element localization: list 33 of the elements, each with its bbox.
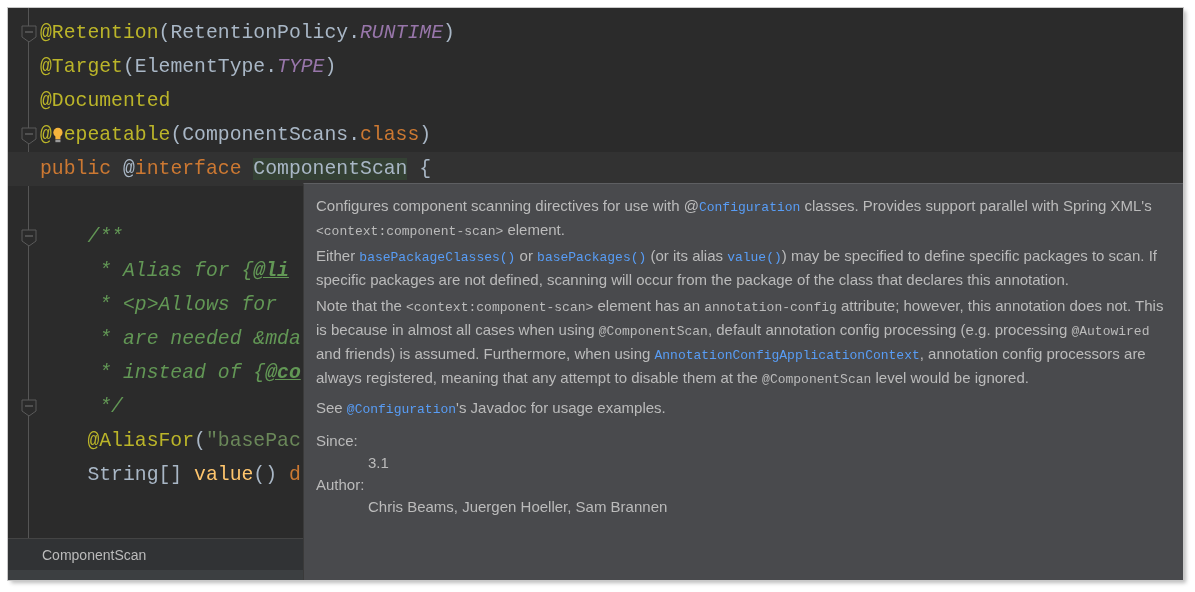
code-line: @ epeatable(ComponentScans.class) bbox=[40, 124, 432, 146]
code-line: String[] value() d bbox=[86, 464, 301, 486]
doc-link[interactable]: basePackages() bbox=[537, 250, 647, 265]
doc-link[interactable]: basePackageClasses() bbox=[359, 250, 516, 265]
section-value: 3.1 bbox=[367, 453, 390, 473]
code-line: @Retention(RetentionPolicy.RUNTIME) bbox=[40, 22, 455, 44]
doc-paragraph: See @Configuration's Javadoc for usage examples. bbox=[316, 398, 667, 419]
code-line: * are needed &mda bbox=[98, 328, 301, 350]
doc-paragraph: Either basePackageClasses() or basePackages() (or its alias value()) may be specified to define specific packages to scan. If specific packages are not defined, scanning will occur from the package of the class that declares this annotation. bbox=[316, 246, 1158, 290]
code-line: @Documented bbox=[40, 90, 171, 112]
doc-link[interactable]: @Configuration bbox=[346, 402, 457, 417]
fold-icon[interactable] bbox=[21, 229, 37, 247]
lightbulb-icon[interactable] bbox=[51, 126, 64, 144]
section-label: Since: bbox=[316, 431, 359, 451]
doc-link[interactable]: AnnotationConfigApplicationContext bbox=[654, 348, 920, 363]
doc-link[interactable]: value() bbox=[727, 250, 782, 265]
code-line: * Alias for {@li bbox=[98, 260, 289, 282]
code-line: /** bbox=[86, 226, 123, 248]
doc-paragraph: Note that the <context:component-scan> element has an annotation-config attribute; however, this annotation does not. This is because in almost all cases when using @ComponentScan, default annotation config processing (e.g. processing @Autowired and friends) is assumed. Furthermore, when using AnnotationConfigApplicationContext, annotation config processors are always registered, meaning that any attempt to disable them at the @ComponentScan level would be ignored. bbox=[316, 296, 1165, 389]
section-value: Chris Beams, Juergen Hoeller, Sam Brannen bbox=[367, 497, 669, 517]
code-line: * <p>Allows for bbox=[98, 294, 278, 316]
fold-icon[interactable] bbox=[21, 127, 37, 145]
section-label: Author: bbox=[316, 475, 366, 495]
code-line: * instead of {@co bbox=[98, 362, 301, 384]
breadcrumb-item[interactable]: ComponentScan bbox=[42, 546, 147, 563]
fold-icon[interactable] bbox=[21, 25, 37, 43]
fold-icon[interactable] bbox=[21, 399, 37, 417]
doc-paragraph: Configures component scanning directives for use with @Configuration classes. Provides support parallel with Spring XML's <context:component-scan> element. bbox=[316, 196, 1153, 241]
code-line: */ bbox=[98, 396, 123, 418]
doc-link[interactable]: Configuration bbox=[698, 200, 801, 215]
code-line: public @interface ComponentScan { bbox=[40, 158, 432, 180]
code-line: @Target(ElementType.TYPE) bbox=[40, 56, 337, 78]
code-line: @AliasFor("basePac bbox=[86, 430, 301, 452]
